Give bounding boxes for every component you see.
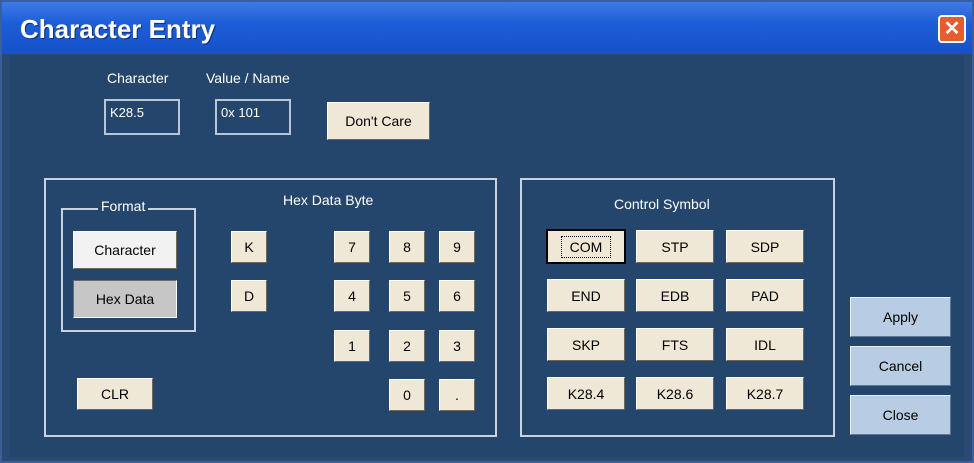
symbol-end-button[interactable]: END xyxy=(547,279,625,312)
symbol-k28-7-button[interactable]: K28.7 xyxy=(726,377,804,410)
symbol-k28-4-button[interactable]: K28.4 xyxy=(547,377,625,410)
format-hex-data-button[interactable]: Hex Data xyxy=(73,280,177,318)
key-7[interactable]: 7 xyxy=(334,231,370,263)
dialog-window: Character Entry ✕ Character Value / Name… xyxy=(0,0,974,463)
key-0[interactable]: 0 xyxy=(389,379,425,411)
control-symbol-title: Control Symbol xyxy=(614,196,710,212)
k-button[interactable]: K xyxy=(231,231,267,263)
close-button[interactable]: Close xyxy=(850,395,951,435)
value-name-field[interactable]: 0x 101 xyxy=(215,99,291,135)
clr-button[interactable]: CLR xyxy=(77,378,153,410)
key-5[interactable]: 5 xyxy=(389,280,425,312)
symbol-edb-button[interactable]: EDB xyxy=(636,279,714,312)
symbol-sdp-button[interactable]: SDP xyxy=(726,230,804,263)
character-field[interactable]: K28.5 xyxy=(104,99,180,135)
value-name-label: Value / Name xyxy=(206,70,290,86)
format-character-button[interactable]: Character xyxy=(73,231,177,269)
symbol-pad-button[interactable]: PAD xyxy=(726,279,804,312)
dont-care-button[interactable]: Don't Care xyxy=(327,102,430,140)
symbol-fts-button[interactable]: FTS xyxy=(636,328,714,361)
cancel-button[interactable]: Cancel xyxy=(850,346,951,386)
symbol-idl-button[interactable]: IDL xyxy=(726,328,804,361)
close-icon[interactable]: ✕ xyxy=(938,15,966,43)
key-9[interactable]: 9 xyxy=(439,231,475,263)
hex-data-byte-title: Hex Data Byte xyxy=(283,192,374,208)
symbol-stp-button[interactable]: STP xyxy=(636,230,714,263)
key-8[interactable]: 8 xyxy=(389,231,425,263)
key-6[interactable]: 6 xyxy=(439,280,475,312)
format-title: Format xyxy=(98,198,149,214)
key-2[interactable]: 2 xyxy=(389,330,425,362)
apply-button[interactable]: Apply xyxy=(850,297,951,337)
dialog-body: Character Value / Name K28.5 0x 101 Don'… xyxy=(10,55,964,457)
key-1[interactable]: 1 xyxy=(334,330,370,362)
title-bar[interactable]: Character Entry ✕ xyxy=(2,2,972,54)
symbol-skp-button[interactable]: SKP xyxy=(547,328,625,361)
symbol-com-button[interactable]: COM xyxy=(546,229,626,264)
symbol-com-label: COM xyxy=(560,235,612,258)
key-dot[interactable]: . xyxy=(439,379,475,411)
d-button[interactable]: D xyxy=(231,280,267,312)
character-label: Character xyxy=(107,70,169,86)
window-title: Character Entry xyxy=(20,14,216,44)
key-4[interactable]: 4 xyxy=(334,280,370,312)
symbol-k28-6-button[interactable]: K28.6 xyxy=(636,377,714,410)
key-3[interactable]: 3 xyxy=(439,330,475,362)
